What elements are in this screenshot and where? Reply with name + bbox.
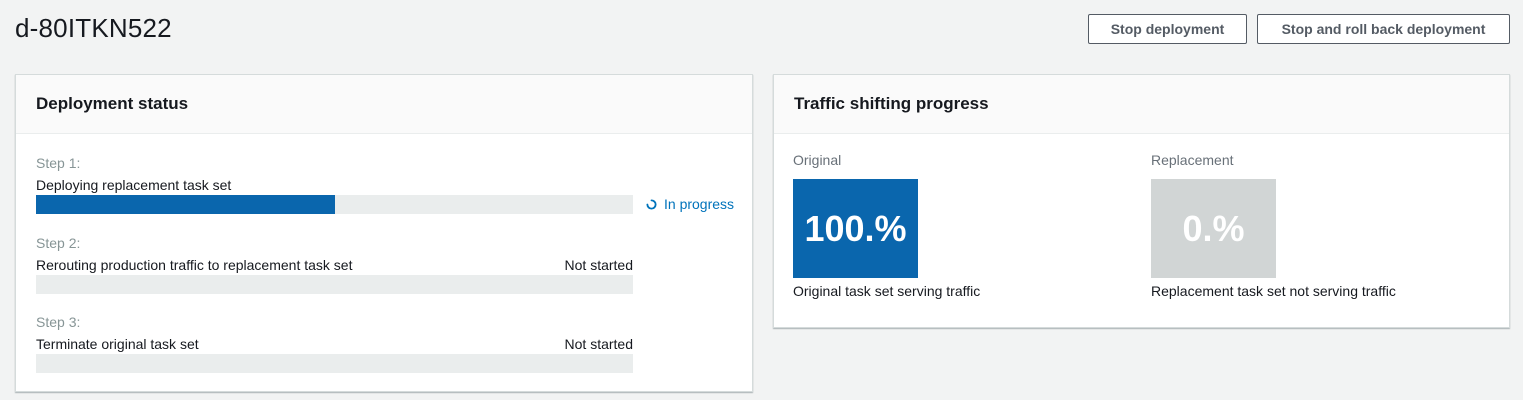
deployment-status-title: Deployment status bbox=[36, 94, 189, 113]
step-1-progress-fill bbox=[36, 195, 335, 214]
step-2-label: Step 2: bbox=[36, 235, 81, 251]
step-3-progress-track bbox=[36, 354, 633, 373]
step-2: Step 2: Rerouting production traffic to … bbox=[36, 234, 633, 294]
step-3-label: Step 3: bbox=[36, 314, 81, 330]
replacement-percent-box: 0.% bbox=[1151, 179, 1276, 278]
page-title: d-80ITKN522 bbox=[15, 13, 172, 43]
step-1-status-text: In progress bbox=[664, 196, 735, 212]
replacement-traffic: Replacement 0.% Replacement task set not… bbox=[1151, 151, 1396, 300]
header-actions: Stop deployment Stop and roll back deplo… bbox=[1088, 14, 1510, 44]
step-2-status: Not started bbox=[564, 257, 633, 273]
step-3: Step 3: Terminate original task set Not … bbox=[36, 313, 633, 373]
replacement-caption: Replacement task set not serving traffic bbox=[1151, 283, 1396, 299]
original-caption: Original task set serving traffic bbox=[793, 283, 981, 299]
step-3-description: Terminate original task set bbox=[36, 336, 199, 352]
original-percent: 100.% bbox=[804, 207, 907, 249]
step-1-progress-track bbox=[36, 195, 633, 214]
replacement-label: Replacement bbox=[1151, 152, 1234, 168]
step-1: Step 1: Deploying replacement task set bbox=[36, 154, 633, 214]
step-2-description: Rerouting production traffic to replacem… bbox=[36, 257, 353, 273]
stop-deployment-button[interactable]: Stop deployment bbox=[1088, 14, 1247, 44]
deployment-status-panel: Deployment status Step 1: Deploying repl… bbox=[15, 74, 753, 392]
original-percent-box: 100.% bbox=[793, 179, 918, 278]
step-1-status: In progress bbox=[646, 196, 734, 212]
spinner-icon bbox=[646, 198, 657, 210]
step-1-label: Step 1: bbox=[36, 155, 81, 171]
step-2-description-row: Rerouting production traffic to replacem… bbox=[36, 256, 633, 274]
deployment-status-header: Deployment status bbox=[16, 75, 752, 134]
step-3-status: Not started bbox=[564, 336, 633, 352]
traffic-shifting-header: Traffic shifting progress bbox=[774, 75, 1509, 134]
step-3-description-row: Terminate original task set Not started bbox=[36, 335, 633, 353]
traffic-shifting-panel: Traffic shifting progress Original 100.%… bbox=[773, 74, 1510, 328]
original-traffic: Original 100.% Original task set serving… bbox=[793, 151, 980, 300]
replacement-percent: 0.% bbox=[1182, 207, 1245, 249]
original-label: Original bbox=[793, 152, 842, 168]
step-1-description: Deploying replacement task set bbox=[36, 177, 232, 193]
stop-and-rollback-button[interactable]: Stop and roll back deployment bbox=[1257, 14, 1510, 44]
step-2-progress-track bbox=[36, 275, 633, 294]
deployment-page: d-80ITKN522 Stop deployment Stop and rol… bbox=[0, 0, 1523, 400]
traffic-shifting-title: Traffic shifting progress bbox=[794, 94, 989, 113]
